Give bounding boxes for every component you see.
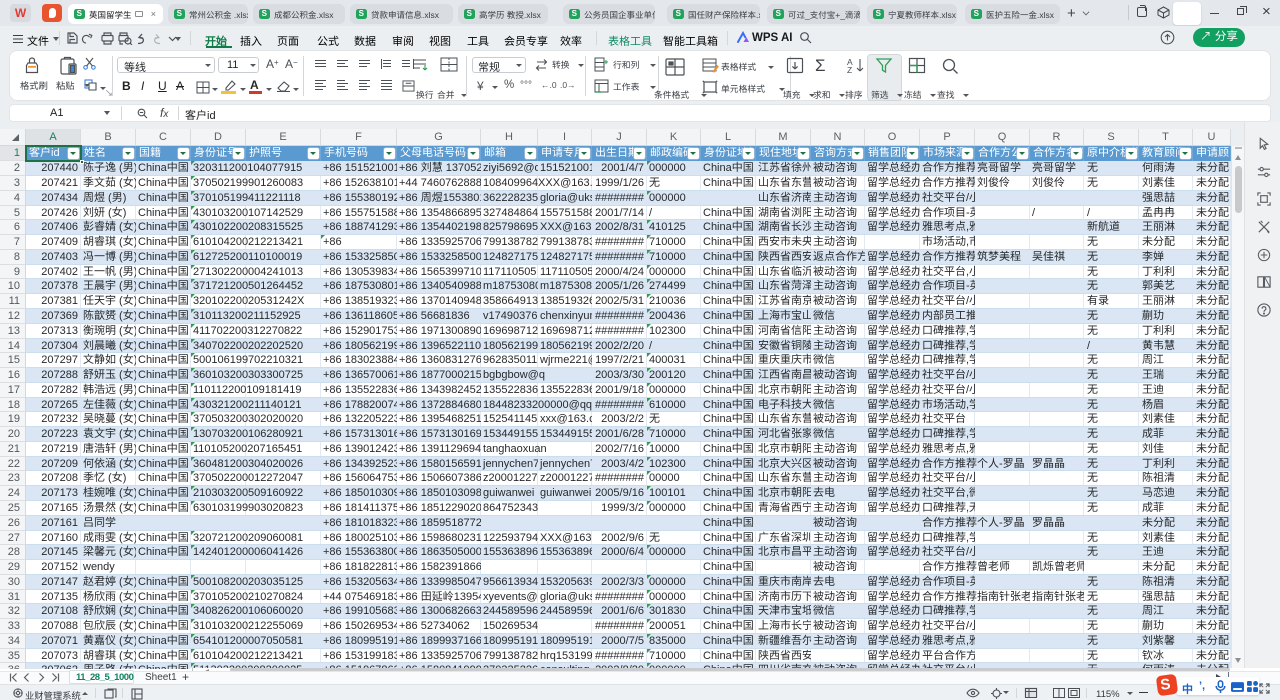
svg-text:Z: Z: [847, 65, 852, 74]
